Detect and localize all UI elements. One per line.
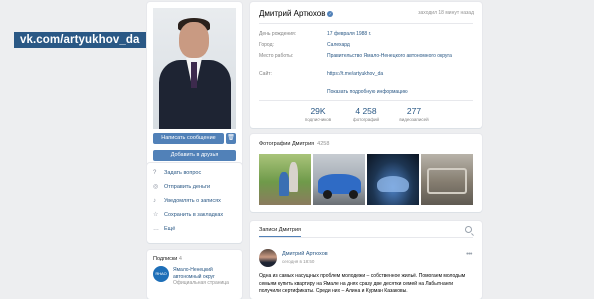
profile-actions-menu: ? Задать вопрос ◎ Отправить деньги ♪ Уведом… (147, 163, 242, 243)
menu-item-send-money[interactable]: ◎ Отправить деньги (153, 183, 210, 192)
photo-thumbnail[interactable] (313, 154, 365, 205)
subscription-item[interactable]: Ямало-Ненецкий автономный округ Официальн… (173, 267, 239, 287)
menu-item-bookmark[interactable]: ☆ Сохранить в закладках (153, 211, 223, 220)
photos-title[interactable]: Фотографии Дмитрия 4258 (259, 141, 329, 147)
menu-item-label: Сохранить в закладках (164, 212, 224, 218)
work-link[interactable]: Правительство Ямало-Ненецкого автономног… (327, 53, 467, 60)
bell-icon: ♪ (153, 198, 156, 204)
photos-card: Фотографии Дмитрия 4258 (250, 134, 482, 212)
photo-thumbnail[interactable] (367, 154, 419, 205)
site-link[interactable]: https://t.me/artyukhov_da (327, 71, 467, 78)
city-link[interactable]: Салехард (327, 42, 467, 49)
photo-thumbnail[interactable] (421, 154, 473, 205)
menu-item-label: Ещё (164, 226, 176, 232)
more-icon: … (153, 226, 159, 232)
menu-item-label: Задать вопрос (164, 170, 202, 176)
divider (259, 23, 473, 24)
post-author[interactable]: Дмитрий Артюхов (282, 251, 328, 257)
menu-item-notify[interactable]: ♪ Уведомлять о записях (153, 197, 221, 206)
menu-item-label: Отправить деньги (164, 184, 211, 190)
watermark-label: vk.com/artyukhov_da (14, 32, 146, 48)
subscriptions-card: Подписки 4 ЯНАО Ямало-Ненецкий автономны… (147, 250, 242, 299)
add-friend-button[interactable]: Добавить в друзья (153, 150, 236, 161)
tab-posts[interactable]: Записи Дмитрия (259, 227, 301, 233)
question-icon: ? (153, 170, 157, 176)
stat-videos[interactable]: 277 видеозаписей (384, 106, 444, 122)
menu-item-label: Уведомлять о записях (164, 198, 221, 204)
wall-posts-card: Записи Дмитрия Дмитрий Артюхов сегодня в… (250, 221, 482, 299)
star-icon: ☆ (153, 212, 159, 218)
menu-item-more[interactable]: … Ещё (153, 225, 175, 234)
profile-avatar-card: Написать сообщение 🗑 Добавить в друзья (147, 2, 242, 171)
verified-icon: ✓ (327, 11, 334, 17)
search-icon[interactable] (465, 226, 472, 233)
divider (259, 237, 473, 238)
profile-photo[interactable] (153, 8, 236, 129)
post-timestamp[interactable]: сегодня в 18:50 (282, 259, 314, 264)
menu-item-ask-question[interactable]: ? Задать вопрос (153, 169, 201, 178)
show-more-info-link[interactable]: Показать подробную информацию (327, 89, 408, 95)
last-seen-status: заходил 18 минут назад (418, 10, 474, 16)
subscriptions-title[interactable]: Подписки 4 (153, 256, 182, 262)
write-message-button[interactable]: Написать сообщение (153, 133, 224, 144)
post-text: Одна из самых насущных проблем молодежи … (259, 273, 466, 294)
trash-icon[interactable]: 🗑 (226, 133, 236, 144)
more-icon[interactable]: ••• (466, 251, 472, 258)
profile-name: Дмитрий Артюхов ✓ (259, 9, 334, 18)
photo-thumbnail[interactable] (259, 154, 311, 205)
birthday-link[interactable]: 17 февраля 1988 г. (327, 31, 467, 38)
money-icon: ◎ (153, 184, 159, 190)
profile-info-card: Дмитрий Артюхов ✓ заходил 18 минут назад … (250, 2, 482, 128)
subscription-avatar[interactable]: ЯНАО (153, 266, 169, 282)
avatar[interactable] (259, 249, 277, 267)
divider (259, 100, 473, 101)
